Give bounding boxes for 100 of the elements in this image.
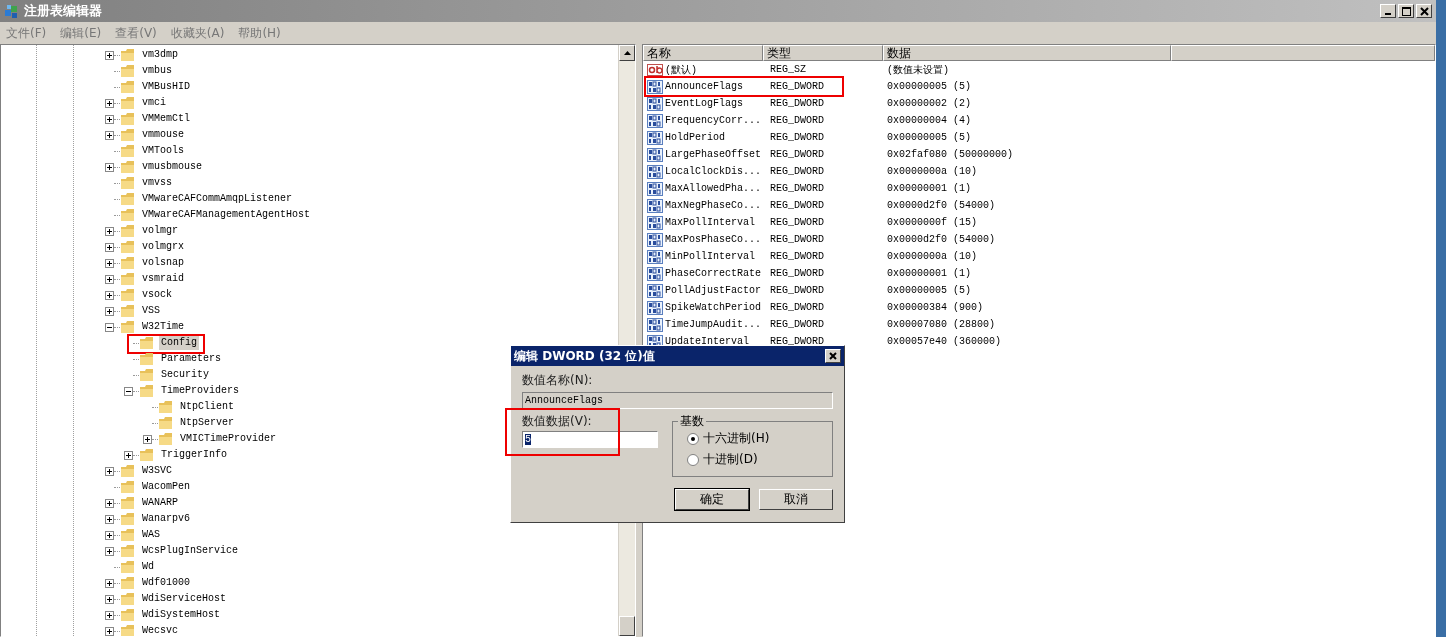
tree-item[interactable]: VMBusHID	[140, 80, 192, 94]
value-name[interactable]: SpikeWatchPeriod	[663, 302, 769, 313]
radio-option[interactable]: 十六进制(H)	[687, 430, 832, 447]
column-header[interactable]: 数据	[883, 45, 1171, 61]
binary-value-icon	[647, 164, 663, 179]
expand-icon[interactable]	[105, 610, 114, 620]
value-name[interactable]: FrequencyCorr...	[663, 115, 769, 126]
tree-item[interactable]: VMTools	[140, 144, 186, 158]
collapse-icon[interactable]	[124, 386, 133, 396]
tree-item[interactable]: VMwareCAFCommAmqpListener	[140, 192, 295, 206]
column-header[interactable]: 类型	[763, 45, 883, 61]
value-name[interactable]: LargePhaseOffset	[663, 149, 769, 160]
expand-icon[interactable]	[105, 594, 114, 604]
expand-icon[interactable]	[105, 498, 114, 508]
close-button[interactable]	[1416, 4, 1432, 18]
tree-item[interactable]: vsock	[140, 288, 174, 302]
column-header[interactable]: 名称	[643, 45, 763, 61]
expand-icon[interactable]	[105, 514, 114, 524]
tree-item[interactable]: TriggerInfo	[159, 448, 229, 462]
tree-item[interactable]: Parameters	[159, 352, 223, 366]
expand-icon[interactable]	[143, 434, 152, 444]
tree-item[interactable]: VMwareCAFManagementAgentHost	[140, 208, 313, 222]
cancel-button[interactable]: 取消	[759, 489, 833, 510]
tree-item[interactable]: volsnap	[140, 256, 186, 270]
value-name[interactable]: MaxPollInterval	[663, 217, 769, 228]
expand-icon[interactable]	[105, 306, 114, 316]
value-name[interactable]: PhaseCorrectRate	[663, 268, 769, 279]
expand-icon[interactable]	[105, 162, 114, 172]
tree-item[interactable]: vmbus	[140, 64, 174, 78]
tree-item[interactable]: WdiSystemHost	[140, 608, 222, 622]
expand-icon[interactable]	[105, 98, 114, 108]
value-type: REG_DWORD	[769, 234, 826, 245]
tree-item[interactable]: WcsPlugInService	[140, 544, 240, 558]
expand-icon[interactable]	[105, 226, 114, 236]
tree-item[interactable]: NtpServer	[178, 416, 236, 430]
tree-item[interactable]: VSS	[140, 304, 162, 318]
scroll-up-button[interactable]	[619, 45, 635, 61]
tree-item[interactable]: WdiServiceHost	[140, 592, 228, 606]
expand-icon[interactable]	[105, 242, 114, 252]
expand-icon[interactable]	[105, 626, 114, 636]
tree-item[interactable]: WAS	[140, 528, 162, 542]
tree-item[interactable]: Wdf01000	[140, 576, 192, 590]
tree-item[interactable]: Wd	[140, 560, 156, 574]
expand-icon[interactable]	[105, 546, 114, 556]
radio-option[interactable]: 十进制(D)	[687, 451, 832, 468]
value-name[interactable]: MaxPosPhaseCo...	[663, 234, 769, 245]
minimize-button[interactable]	[1380, 4, 1396, 18]
tree-item[interactable]: Wecsvc	[140, 624, 180, 636]
folder-icon	[120, 160, 136, 174]
expand-icon[interactable]	[105, 114, 114, 124]
expand-icon[interactable]	[105, 290, 114, 300]
tree-item[interactable]: volmgrx	[140, 240, 186, 254]
tree-item[interactable]: vmvss	[140, 176, 174, 190]
collapse-icon[interactable]	[105, 322, 114, 332]
binary-value-icon	[647, 181, 663, 196]
expand-icon[interactable]	[105, 530, 114, 540]
tree-item[interactable]: NtpClient	[178, 400, 236, 414]
value-name[interactable]: LocalClockDis...	[663, 166, 769, 177]
value-data: 0x0000d2f0 (54000)	[886, 200, 996, 211]
value-name[interactable]: AnnounceFlags	[663, 81, 769, 92]
expand-icon[interactable]	[105, 578, 114, 588]
tree-item[interactable]: Wanarpv6	[140, 512, 192, 526]
tree-item[interactable]: W3SVC	[140, 464, 174, 478]
value-name[interactable]: MaxNegPhaseCo...	[663, 200, 769, 211]
tree-item[interactable]: Config	[159, 336, 199, 350]
value-name-field[interactable]: AnnounceFlags	[522, 392, 833, 409]
expand-icon[interactable]	[105, 50, 114, 60]
maximize-button[interactable]	[1398, 4, 1414, 18]
tree-item[interactable]: TimeProviders	[159, 384, 241, 398]
tree-item[interactable]: vmci	[140, 96, 168, 110]
value-name[interactable]: EventLogFlags	[663, 98, 769, 109]
value-name[interactable]: TimeJumpAudit...	[663, 319, 769, 330]
tree-item[interactable]: vm3dmp	[140, 48, 180, 62]
scroll-thumb[interactable]	[619, 616, 635, 636]
tree-item[interactable]: Security	[159, 368, 211, 382]
tree-item[interactable]: W32Time	[140, 320, 186, 334]
value-name[interactable]: MaxAllowedPha...	[663, 183, 769, 194]
tree-item[interactable]: vmmouse	[140, 128, 186, 142]
expand-icon[interactable]	[105, 130, 114, 140]
value-name[interactable]: UpdateInterval	[663, 336, 769, 347]
expand-icon[interactable]	[124, 450, 133, 460]
value-name[interactable]: (默认)	[663, 62, 769, 77]
expand-icon[interactable]	[105, 258, 114, 268]
tree-item[interactable]: VMMemCtl	[140, 112, 192, 126]
tree-item[interactable]: WANARP	[140, 496, 180, 510]
value-data: 0x0000000f (15)	[886, 217, 977, 228]
tree-item[interactable]: VMICTimeProvider	[178, 432, 278, 446]
value-name[interactable]: MinPollInterval	[663, 251, 769, 262]
expand-icon[interactable]	[105, 466, 114, 476]
tree-item[interactable]: WacomPen	[140, 480, 192, 494]
value-name[interactable]: HoldPeriod	[663, 132, 769, 143]
ok-button[interactable]: 确定	[675, 489, 749, 510]
close-button[interactable]	[825, 349, 841, 363]
value-name[interactable]: PollAdjustFactor	[663, 285, 769, 296]
value-data-field[interactable]: 5	[522, 431, 658, 448]
tree-item[interactable]: volmgr	[140, 224, 180, 238]
tree-item[interactable]: vsmraid	[140, 272, 186, 286]
tree-item[interactable]: vmusbmouse	[140, 160, 204, 174]
maximize-icon	[1401, 6, 1411, 16]
expand-icon[interactable]	[105, 274, 114, 284]
